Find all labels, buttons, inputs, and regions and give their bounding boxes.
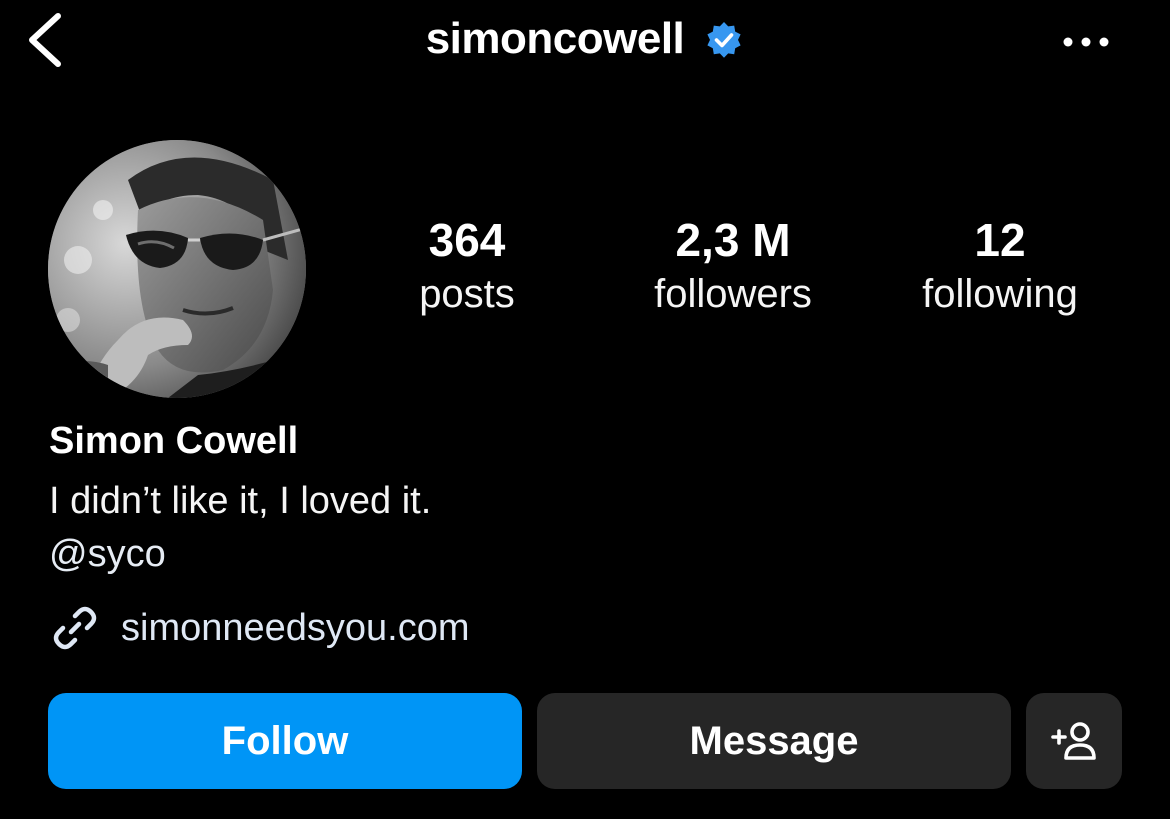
more-options-icon[interactable] bbox=[1056, 28, 1116, 56]
display-name: Simon Cowell bbox=[49, 420, 299, 462]
stat-followers-label: followers bbox=[654, 272, 812, 316]
avatar[interactable] bbox=[48, 140, 306, 398]
back-icon[interactable] bbox=[22, 8, 68, 72]
stat-following[interactable]: 12 following bbox=[870, 213, 1130, 321]
stat-posts-label: posts bbox=[419, 272, 515, 316]
verified-badge-icon bbox=[704, 21, 744, 61]
link-icon bbox=[49, 602, 101, 654]
stat-following-value: 12 bbox=[974, 214, 1026, 266]
add-user-button[interactable] bbox=[1026, 693, 1122, 789]
stat-posts[interactable]: 364 posts bbox=[337, 213, 597, 321]
website-link[interactable]: simonneedsyou.com bbox=[49, 602, 470, 654]
header-title: simoncowell bbox=[0, 14, 1170, 64]
follow-button[interactable]: Follow bbox=[48, 693, 522, 789]
follow-button-label: Follow bbox=[221, 718, 349, 763]
add-person-icon bbox=[1051, 722, 1096, 760]
stat-followers[interactable]: 2,3 M followers bbox=[603, 213, 863, 321]
message-button[interactable]: Message bbox=[537, 693, 1011, 789]
header-username: simoncowell bbox=[425, 14, 685, 63]
stat-posts-value: 364 bbox=[428, 214, 506, 266]
profile-photo bbox=[48, 140, 306, 398]
message-button-label: Message bbox=[689, 718, 859, 763]
bio-text: I didn’t like it, I loved it. bbox=[49, 480, 432, 522]
mention-link[interactable]: @syco bbox=[49, 533, 166, 576]
stat-following-label: following bbox=[922, 272, 1078, 316]
stat-followers-value: 2,3 M bbox=[675, 214, 791, 266]
website-link-text: simonneedsyou.com bbox=[121, 606, 470, 649]
